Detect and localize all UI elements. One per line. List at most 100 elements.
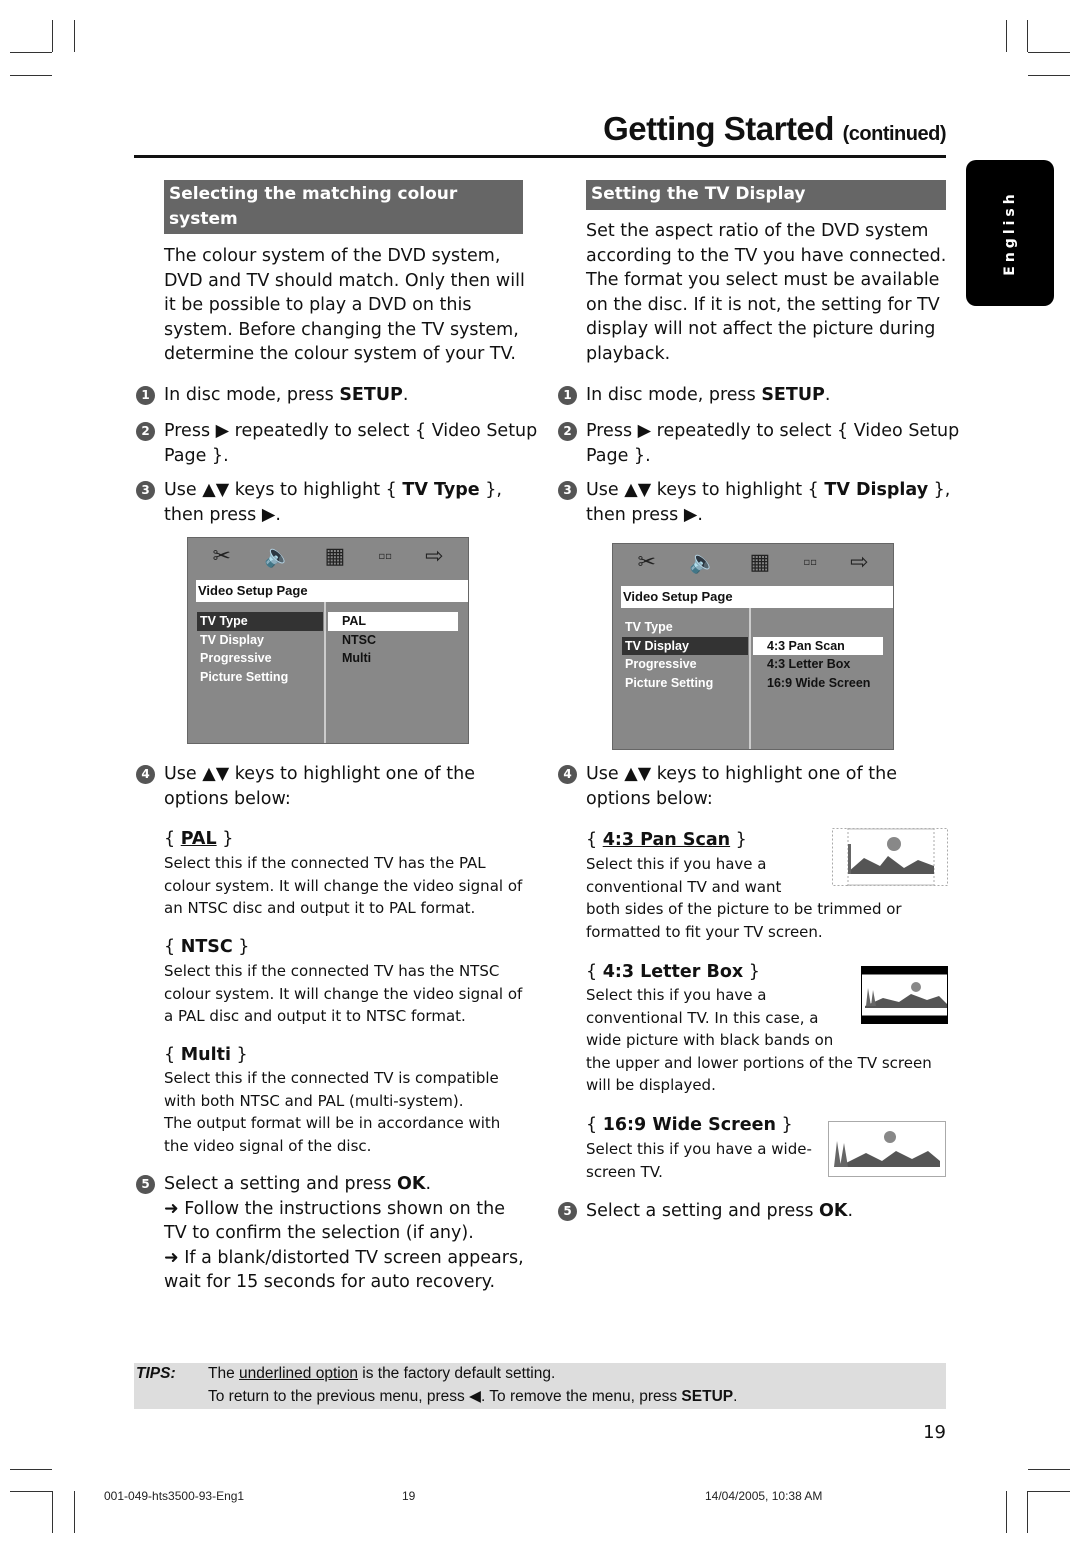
menu-option[interactable]: 4:3 Letter Box (753, 655, 883, 674)
right-step-5: Select a setting and press OK. (586, 1199, 853, 1224)
crop-mark (74, 1491, 75, 1533)
step-number: 2 (558, 422, 577, 441)
option-multi: { Multi } (164, 1045, 248, 1065)
intro-line: on the disc. If it is not, the setting f… (586, 294, 940, 315)
step-text: . (402, 385, 409, 405)
menu-option[interactable]: PAL (328, 612, 458, 631)
crop-mark (10, 75, 52, 76)
page-title: Getting Started (continued) (603, 110, 946, 148)
result-note: ➜ Follow the instructions shown on the (164, 1198, 505, 1219)
desc-line: with both NTSC and PAL (multi-system). (164, 1091, 464, 1110)
intro-line: DVD and TV should match. Only then will (164, 270, 525, 291)
step-text: }, (928, 480, 951, 500)
tips-line-1: The underlined option is the factory def… (208, 1365, 555, 1383)
desc-line: Select this if the connected TV has the … (164, 962, 500, 980)
right-intro: Set the aspect ratio of the DVD system a… (586, 219, 946, 367)
step-text: Page }. (164, 445, 229, 466)
intro-line: system. Before changing the TV system, (164, 319, 519, 340)
crop-mark (1027, 20, 1028, 52)
step-text: Use ▲▼ keys to highlight one of the (586, 764, 897, 784)
step-text: Select a setting and press (164, 1174, 398, 1194)
menu-option[interactable]: NTSC (328, 631, 458, 650)
step-number: 5 (558, 1202, 577, 1221)
menu-items: TV Type TV Display Progressive Picture S… (197, 612, 323, 686)
tips-line-2: To return to the previous menu, press ◀.… (208, 1387, 737, 1406)
exit-icon: ⇨ (424, 544, 444, 569)
crop-mark (10, 1469, 52, 1470)
crop-mark (52, 1491, 53, 1533)
crop-mark (1028, 1491, 1070, 1492)
menu-page-label: Video Setup Page (621, 586, 893, 608)
title-rule (134, 155, 946, 158)
step-number: 1 (136, 386, 155, 405)
step-text: Press ▶ repeatedly to select { Video Set… (586, 421, 960, 441)
option-wide-screen-desc: Select this if you have a wide- screen T… (586, 1138, 812, 1183)
exit-icon: ⇨ (849, 550, 869, 575)
step-number: 1 (558, 386, 577, 405)
menu-item[interactable]: TV Display (622, 636, 748, 655)
menu-item[interactable]: Progressive (197, 649, 323, 668)
desc-line: formatted to fit your TV screen. (586, 922, 823, 941)
step-text: Page }. (586, 445, 651, 466)
tips-text: is the factory default setting. (357, 1365, 556, 1382)
option-name: PAL (180, 829, 217, 849)
key-label: SETUP (761, 385, 825, 405)
menu-item[interactable]: TV Type (622, 618, 748, 637)
step-text: }, (479, 480, 502, 500)
intro-line: The format you select must be available (586, 270, 940, 291)
preference-icon: ▫▫ (803, 557, 817, 568)
option-pan-scan: { 4:3 Pan Scan } (586, 830, 747, 850)
option-ntsc-desc: Select this if the connected TV has the … (164, 960, 522, 1028)
desc-line: an NTSC disc and output it to PAL format… (164, 899, 476, 918)
option-name: NTSC (180, 937, 233, 957)
video-setup-menu-tv-type: ✂ 🔈 ▦ ▫▫ ⇨ Video Setup Page TV Type TV D… (187, 537, 469, 744)
menu-item[interactable]: Picture Setting (622, 674, 748, 693)
step-text: Select a setting and press (586, 1201, 820, 1221)
right-step-4: Use ▲▼ keys to highlight one of the opti… (586, 762, 897, 811)
intro-line: playback. (586, 343, 671, 364)
crop-mark (52, 20, 53, 52)
left-step-4: Use ▲▼ keys to highlight one of the opti… (164, 762, 475, 811)
menu-item[interactable]: Picture Setting (197, 668, 323, 687)
menu-item[interactable]: Progressive (622, 655, 748, 674)
menu-option[interactable]: 4:3 Pan Scan (753, 636, 883, 655)
menu-item-name: TV Type (402, 480, 480, 500)
step-number: 3 (136, 481, 155, 500)
intro-line: The colour system of the DVD system, (164, 246, 501, 266)
crop-mark (1028, 1469, 1070, 1470)
menu-item[interactable]: TV Display (197, 631, 323, 650)
desc-line: a PAL disc and output it to NTSC format. (164, 1007, 466, 1026)
menu-icon-bar: ✂ 🔈 ▦ ▫▫ ⇨ (188, 538, 468, 576)
menu-divider (749, 608, 751, 749)
desc-line: screen TV. (586, 1162, 663, 1181)
step-number: 4 (136, 765, 155, 784)
option-name: 4:3 Letter Box (602, 962, 744, 982)
key-label: OK (397, 1174, 426, 1194)
preference-icon: ▫▫ (378, 551, 392, 562)
desc-line: the upper and lower portions of the TV s… (586, 1053, 932, 1072)
intro-line: Set the aspect ratio of the DVD system (586, 221, 929, 241)
result-note: TV to confirm the selection (if any). (164, 1223, 474, 1244)
menu-item[interactable]: TV Type (197, 612, 323, 631)
menu-icon-bar: ✂ 🔈 ▦ ▫▫ ⇨ (613, 544, 893, 582)
wide-screen-illustration (828, 1121, 946, 1177)
menu-option[interactable]: 16:9 Wide Screen (753, 674, 883, 693)
desc-line: The output format will be in accordance … (164, 1114, 501, 1133)
step-text: then press ▶. (586, 504, 703, 525)
video-setup-menu-tv-display: ✂ 🔈 ▦ ▫▫ ⇨ Video Setup Page TV Type TV D… (612, 543, 894, 750)
crop-mark (10, 1491, 52, 1492)
step-text: . (824, 385, 831, 405)
language-tab-label: English (1002, 190, 1018, 276)
footer-file: 001-049-hts3500-93-Eng1 (104, 1489, 245, 1503)
footer-datetime: 14/04/2005, 10:38 AM (705, 1489, 823, 1503)
step-number: 2 (136, 422, 155, 441)
left-step-1: In disc mode, press SETUP. (164, 383, 408, 408)
section-title-colour-system: Selecting the matching colour system (164, 180, 523, 234)
desc-line: will be displayed. (586, 1076, 716, 1095)
step-number: 3 (558, 481, 577, 500)
right-step-2: Press ▶ repeatedly to select { Video Set… (586, 419, 959, 468)
option-name: 16:9 Wide Screen (602, 1115, 776, 1135)
tools-icon: ✂ (212, 544, 231, 569)
speaker-icon: 🔈 (689, 550, 717, 575)
menu-option[interactable]: Multi (328, 649, 458, 668)
